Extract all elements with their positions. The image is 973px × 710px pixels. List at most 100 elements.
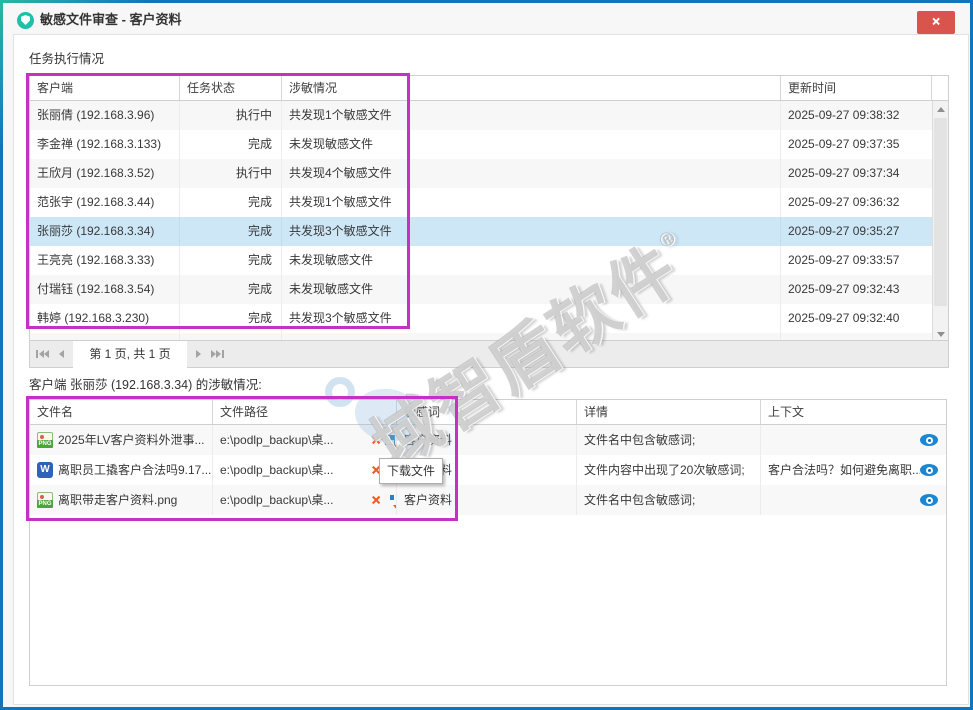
table-row[interactable]: 张丽倩 (192.168.3.96) 执行中 共发现1个敏感文件 2025-09…	[30, 101, 932, 130]
status-cell: 执行中	[180, 101, 282, 130]
column-header-stub	[932, 76, 948, 100]
task-table: 客户端 任务状态 涉敏情况 更新时间 张丽倩 (192.168.3.96) 执行…	[29, 75, 949, 368]
table-row[interactable]: 王欣月 (192.168.3.52) 执行中 共发现4个敏感文件 2025-09…	[30, 159, 932, 188]
sensitive-cell: 共发现1个敏感文件	[282, 101, 781, 130]
window-body: 敏感文件审查 - 客户资料 + 任务执行情况 客户端 任务状态 涉敏情况 更新时…	[3, 3, 970, 707]
task-section-title: 任务执行情况	[29, 48, 104, 67]
status-cell: 执行中	[180, 159, 282, 188]
client-cell: 李金禅 (192.168.3.133)	[30, 130, 180, 159]
table-row[interactable]: 李金禅 (192.168.3.133) 完成 未发现敏感文件 2025-09-2…	[30, 130, 932, 159]
keyword-cell: 客户资料	[397, 485, 577, 515]
delete-file-icon[interactable]: +	[365, 429, 386, 450]
context-cell	[761, 485, 946, 515]
column-header-filename: 文件名	[30, 400, 213, 424]
file-row[interactable]: 2025年LV客户资料外泄事... e:\podlp_backup\桌... +	[30, 425, 946, 455]
delete-file-icon[interactable]: +	[365, 489, 386, 510]
client-cell: 范张宇 (192.168.3.44)	[30, 188, 180, 217]
sensitive-file-review-window: 敏感文件审查 - 客户资料 + 任务执行情况 客户端 任务状态 涉敏情况 更新时…	[0, 0, 973, 710]
filename-text: 离职带走客户资料.png	[58, 485, 177, 515]
filename-cell: 2025年LV客户资料外泄事...	[30, 425, 213, 455]
task-table-header: 客户端 任务状态 涉敏情况 更新时间	[30, 76, 948, 101]
status-cell: 完成	[180, 304, 282, 333]
file-row[interactable]: 离职带走客户资料.png e:\podlp_backup\桌... + 客户	[30, 485, 946, 515]
table-row[interactable]: 韩婷 (192.168.3.230) 完成 共发现3个敏感文件 2025-09-…	[30, 304, 932, 333]
close-icon: +	[926, 12, 945, 31]
filename-text: 离职员工撬客户合法吗9.17...	[58, 455, 211, 485]
view-context-eye-icon[interactable]	[920, 494, 938, 506]
keyword-cell: 客户资料	[397, 425, 577, 455]
filename-cell: 离职带走客户资料.png	[30, 485, 213, 515]
context-text: 客户合法吗？如何避免离职...	[768, 455, 920, 485]
scroll-up-button[interactable]	[933, 101, 948, 117]
detail-cell: 文件名中包含敏感词;	[577, 425, 761, 455]
last-page-button[interactable]	[206, 341, 230, 367]
client-cell: 张丽倩 (192.168.3.96)	[30, 101, 180, 130]
window-title: 敏感文件审查 - 客户资料	[40, 6, 182, 34]
table-row[interactable]: 王亮亮 (192.168.3.33) 完成 未发现敏感文件 2025-09-27…	[30, 246, 932, 275]
filepath-text: e:\podlp_backup\桌...	[220, 485, 368, 515]
filepath-text: e:\podlp_backup\桌...	[220, 425, 368, 455]
file-table-rows: 2025年LV客户资料外泄事... e:\podlp_backup\桌... +	[30, 425, 946, 515]
updated-cell: 2025-09-27 09:36:32	[781, 188, 932, 217]
filename-text: 2025年LV客户资料外泄事...	[58, 425, 205, 455]
updated-cell: 2025-09-27 09:32:43	[781, 275, 932, 304]
sensitive-cell: 共发现1个敏感文件	[282, 188, 781, 217]
download-tooltip: 下载文件	[379, 458, 443, 484]
next-page-icon	[196, 350, 201, 358]
status-cell: 完成	[180, 246, 282, 275]
first-page-icon	[36, 350, 38, 358]
filepath-cell: e:\podlp_backup\桌... +	[213, 455, 397, 485]
filepath-cell: e:\podlp_backup\桌... +	[213, 485, 397, 515]
file-type-icon	[37, 492, 53, 508]
updated-cell: 2025-09-27 09:33:57	[781, 246, 932, 275]
column-header-sensitive: 涉敏情况	[282, 76, 781, 100]
file-row[interactable]: 离职员工撬客户合法吗9.17... e:\podlp_backup\桌... +	[30, 455, 946, 485]
column-header-client: 客户端	[30, 76, 180, 100]
arrow-down-icon	[937, 332, 945, 337]
vertical-scrollbar[interactable]	[932, 101, 948, 342]
next-page-button[interactable]	[191, 341, 206, 367]
last-page-icon	[222, 350, 224, 358]
sensitive-cell: 未发现敏感文件	[282, 246, 781, 275]
shield-app-icon	[17, 12, 34, 29]
status-cell: 完成	[180, 188, 282, 217]
table-row[interactable]: 张丽莎 (192.168.3.34) 完成 共发现3个敏感文件 2025-09-…	[30, 217, 932, 246]
page-indicator: 第 1 页, 共 1 页	[73, 341, 187, 368]
column-header-filepath: 文件路径	[213, 400, 397, 424]
filepath-cell: e:\podlp_backup\桌... +	[213, 425, 397, 455]
updated-cell: 2025-09-27 09:35:27	[781, 217, 932, 246]
column-header-context: 上下文	[761, 400, 946, 424]
client-detail-section-title: 客户端 张丽莎 (192.168.3.34) 的涉敏情况:	[29, 374, 262, 393]
table-row[interactable]: 范张宇 (192.168.3.44) 完成 共发现1个敏感文件 2025-09-…	[30, 188, 932, 217]
file-table: 文件名 文件路径 敏感词 详情 上下文 2025年LV客户资料外泄事... e:…	[29, 399, 947, 686]
sensitive-cell: 未发现敏感文件	[282, 130, 781, 159]
column-header-updated: 更新时间	[781, 76, 932, 100]
client-cell: 张丽莎 (192.168.3.34)	[30, 217, 180, 246]
client-cell: 韩婷 (192.168.3.230)	[30, 304, 180, 333]
context-cell: 客户合法吗？如何避免离职...	[761, 455, 946, 485]
first-page-button[interactable]	[30, 341, 54, 367]
table-row[interactable]: 付瑞钰 (192.168.3.54) 完成 未发现敏感文件 2025-09-27…	[30, 275, 932, 304]
last-page-arrow2-icon	[216, 350, 221, 358]
file-type-icon	[37, 432, 53, 448]
file-type-icon	[37, 462, 53, 478]
client-cell: 王欣月 (192.168.3.52)	[30, 159, 180, 188]
filepath-text: e:\podlp_backup\桌...	[220, 455, 368, 485]
view-context-eye-icon[interactable]	[920, 434, 938, 446]
status-cell: 完成	[180, 130, 282, 159]
column-header-keyword: 敏感词	[397, 400, 577, 424]
prev-page-button[interactable]	[54, 341, 69, 367]
scrollbar-thumb[interactable]	[934, 118, 947, 306]
sensitive-cell: 未发现敏感文件	[282, 275, 781, 304]
status-cell: 完成	[180, 275, 282, 304]
title-bar: 敏感文件审查 - 客户资料 +	[6, 6, 967, 34]
sensitive-cell: 共发现3个敏感文件	[282, 217, 781, 246]
context-cell	[761, 425, 946, 455]
view-context-eye-icon[interactable]	[920, 464, 938, 476]
first-page-arrow2-icon	[44, 350, 49, 358]
updated-cell: 2025-09-27 09:38:32	[781, 101, 932, 130]
filename-cell: 离职员工撬客户合法吗9.17...	[30, 455, 213, 485]
updated-cell: 2025-09-27 09:37:34	[781, 159, 932, 188]
client-cell: 付瑞钰 (192.168.3.54)	[30, 275, 180, 304]
close-button[interactable]: +	[917, 11, 955, 34]
